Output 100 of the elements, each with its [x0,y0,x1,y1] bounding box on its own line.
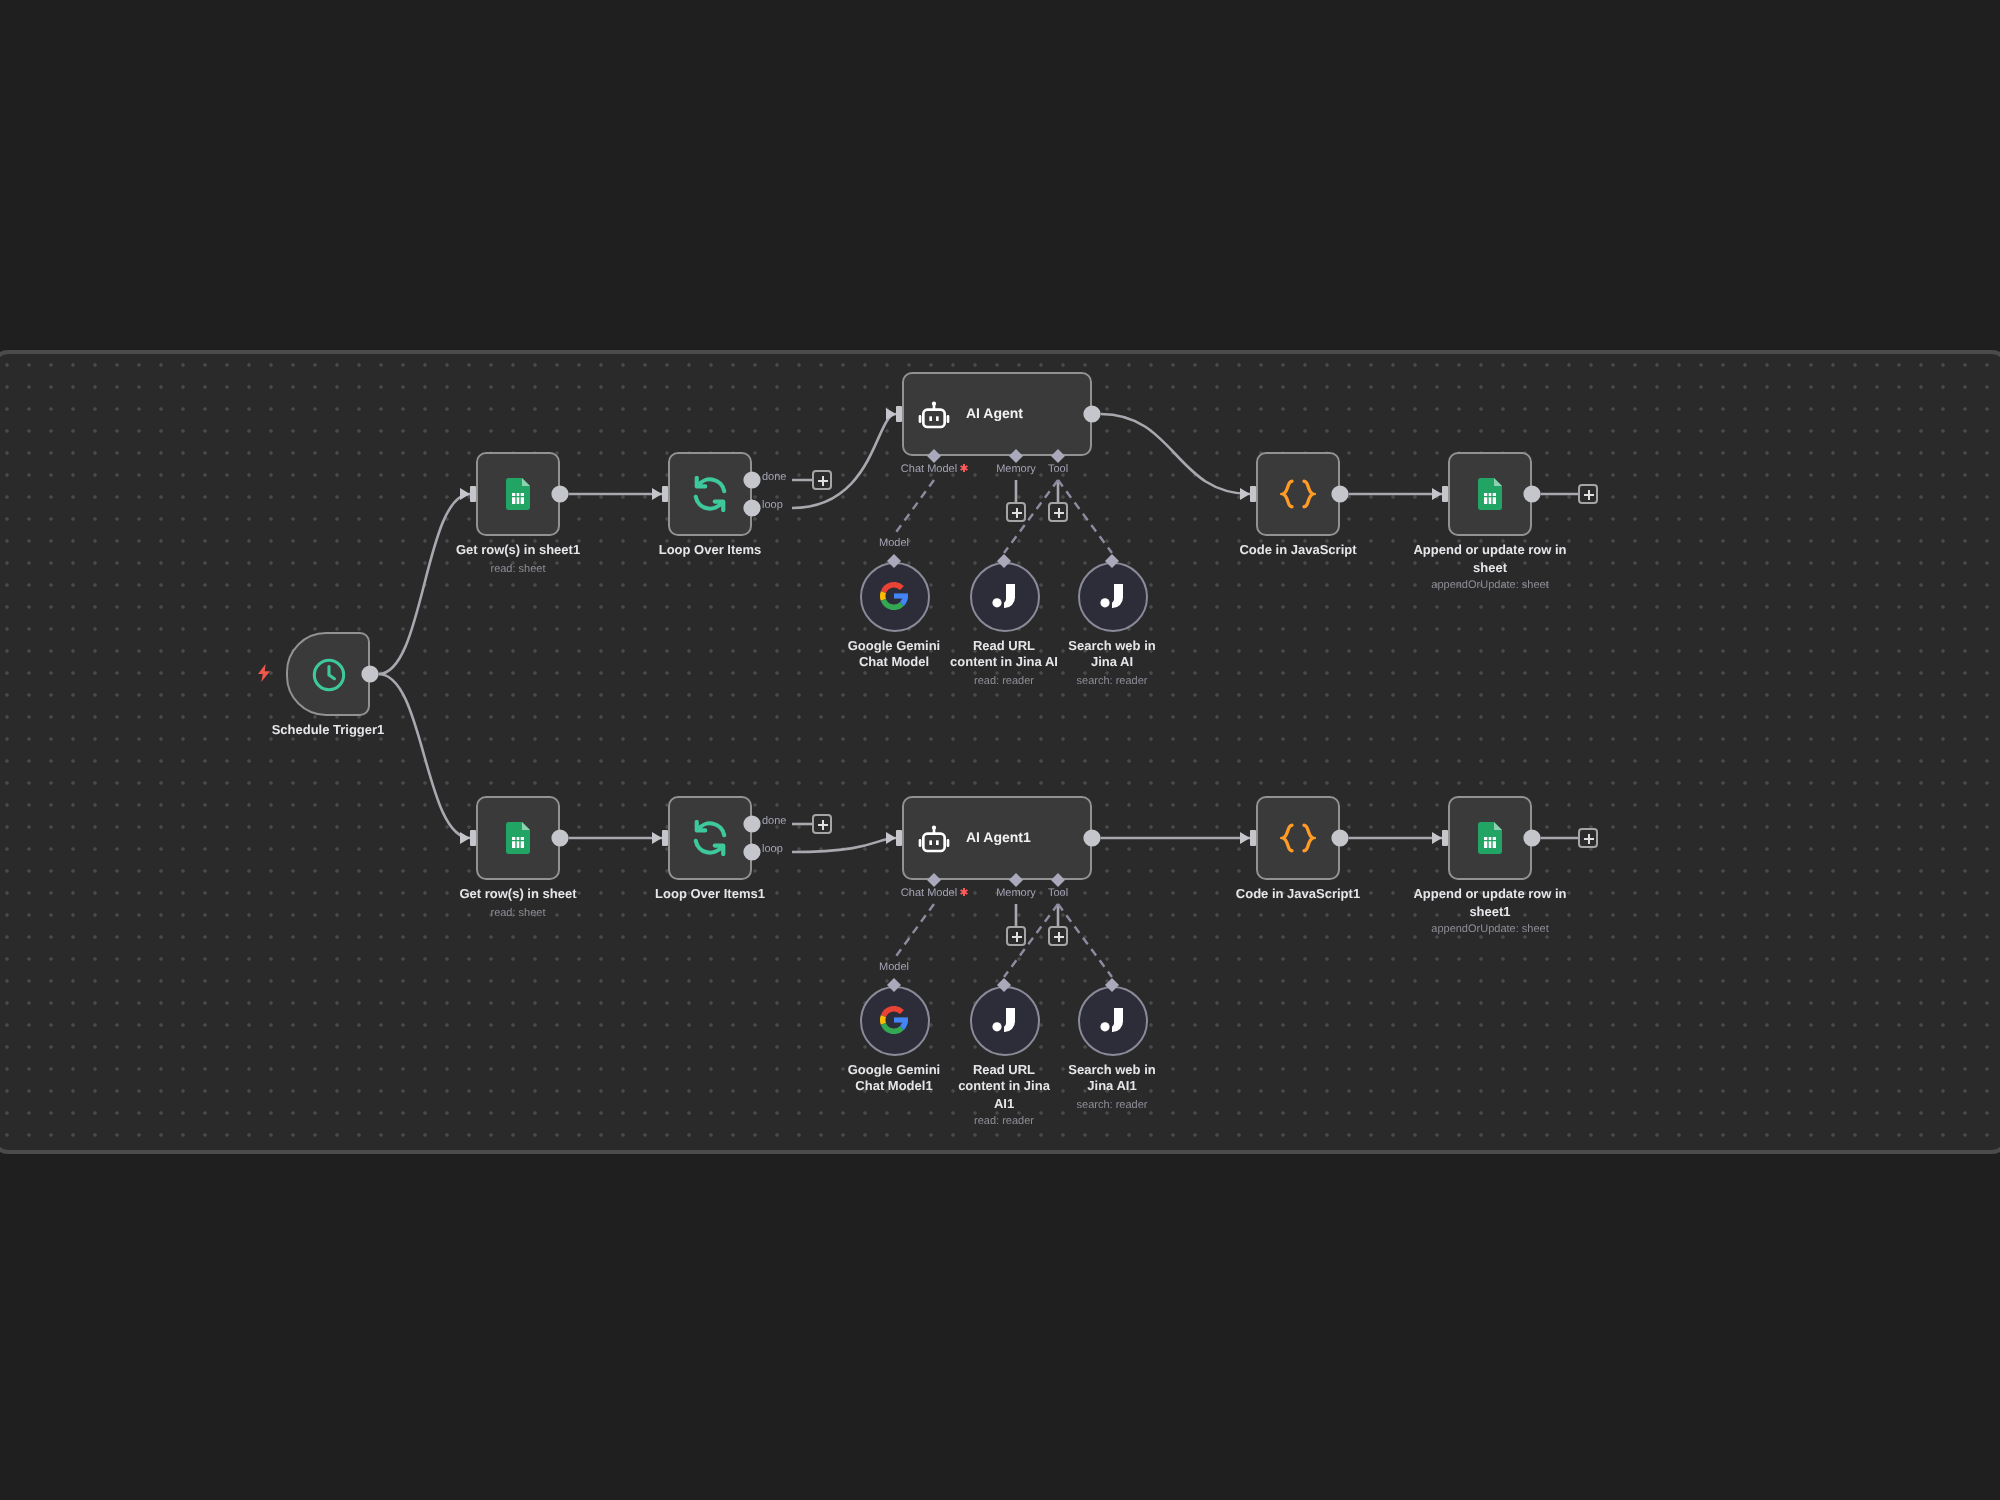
workflow-node[interactable] [668,796,752,880]
dashed-connector [1057,903,1113,978]
diamond-handle-icon[interactable] [887,978,901,992]
input-handle-icon[interactable] [470,486,476,502]
lightning-icon [258,664,270,682]
connection-arrow [1348,488,1442,500]
input-handle-icon[interactable] [1442,486,1448,502]
connection-line [792,478,812,482]
dashed-connector [893,479,935,536]
plus-icon [1011,931,1021,941]
diamond-handle-icon[interactable] [1009,449,1023,463]
connection-line [1540,492,1578,496]
dashed-connector [1003,903,1059,978]
input-handle-icon[interactable] [1442,830,1448,846]
diamond-handle-icon[interactable] [1105,978,1119,992]
spreadsheet-icon [506,478,530,510]
j-logo-icon [1100,584,1124,608]
output-handle-icon[interactable] [1083,405,1101,423]
diamond-handle-icon[interactable] [1051,873,1065,887]
plus-icon [1011,507,1021,517]
plus-icon [817,475,827,485]
output-handle-icon[interactable] [551,485,569,503]
plus-icon [817,819,827,829]
output-handle-icon[interactable] [1083,829,1101,847]
output-handle-icon[interactable] [551,829,569,847]
workflow-node[interactable] [1256,452,1340,536]
workflow-node[interactable] [1256,796,1340,880]
sub-node[interactable] [1077,985,1147,1055]
sub-node[interactable] [859,561,929,631]
spreadsheet-icon [1478,822,1502,854]
sub-node[interactable] [859,985,929,1055]
output-handle-icon[interactable] [1523,829,1541,847]
workflow-node[interactable] [476,796,560,880]
diamond-handle-icon[interactable] [1009,873,1023,887]
input-handle-icon[interactable] [896,830,902,846]
dashed-connector [1003,479,1059,554]
plus-icon [1053,507,1063,517]
diamond-handle-icon[interactable] [1105,554,1119,568]
input-handle-icon[interactable] [470,830,476,846]
sub-node[interactable] [969,985,1039,1055]
workflow-node[interactable] [476,452,560,536]
add-button[interactable] [1048,502,1068,522]
output-handle-icon[interactable] [361,665,379,683]
connection-line [1056,480,1060,502]
connection-arrow [1348,832,1442,844]
add-button[interactable] [1048,926,1068,946]
plus-icon [1583,489,1593,499]
input-handle-icon[interactable] [896,406,902,422]
connection-arrow [791,408,897,510]
g-logo-icon [880,582,908,610]
add-button[interactable] [1006,502,1026,522]
output-handle-icon[interactable] [1331,485,1349,503]
input-handle-icon[interactable] [662,830,668,846]
connection-line [792,822,812,826]
diamond-handle-icon[interactable] [1051,449,1065,463]
diamond-handle-icon[interactable] [927,873,941,887]
plus-icon [1053,931,1063,941]
dashed-connector [893,903,935,960]
workflow-node[interactable] [1448,796,1532,880]
add-button[interactable] [1006,926,1026,946]
code-braces-icon [1280,478,1316,510]
connection-line [1014,904,1018,926]
connection-line [1014,480,1018,502]
clock-icon [311,657,345,691]
input-handle-icon[interactable] [1250,830,1256,846]
diamond-handle-icon[interactable] [927,449,941,463]
g-logo-icon [880,1006,908,1034]
j-logo-icon [1100,1008,1124,1032]
code-braces-icon [1280,822,1316,854]
robot-icon [918,823,950,853]
add-button[interactable] [1578,828,1598,848]
workflow-node[interactable] [1448,452,1532,536]
robot-icon [918,399,950,429]
diamond-handle-icon[interactable] [997,554,1011,568]
sub-node[interactable] [1077,561,1147,631]
dashed-connector [1057,479,1113,554]
j-logo-icon [992,584,1016,608]
trigger-node[interactable] [286,632,370,716]
connection-arrow [568,832,662,844]
output-handle-icon[interactable] [1331,829,1349,847]
diamond-handle-icon[interactable] [997,978,1011,992]
spreadsheet-icon [506,822,530,854]
loop-arrows-icon [692,476,728,512]
connection-line [1540,836,1578,840]
connection-line [1056,904,1060,926]
loop-arrows-icon [692,820,728,856]
output-handle-icon[interactable] [1523,485,1541,503]
connection-arrow [568,488,662,500]
add-button[interactable] [812,470,832,490]
add-button[interactable] [1578,484,1598,504]
sub-node[interactable] [969,561,1039,631]
workflow-node[interactable] [668,452,752,536]
input-handle-icon[interactable] [662,486,668,502]
j-logo-icon [992,1008,1016,1032]
connection-arrow [792,832,897,854]
diamond-handle-icon[interactable] [887,554,901,568]
spreadsheet-icon [1478,478,1502,510]
input-handle-icon[interactable] [1250,486,1256,502]
add-button[interactable] [812,814,832,834]
plus-icon [1583,833,1593,843]
